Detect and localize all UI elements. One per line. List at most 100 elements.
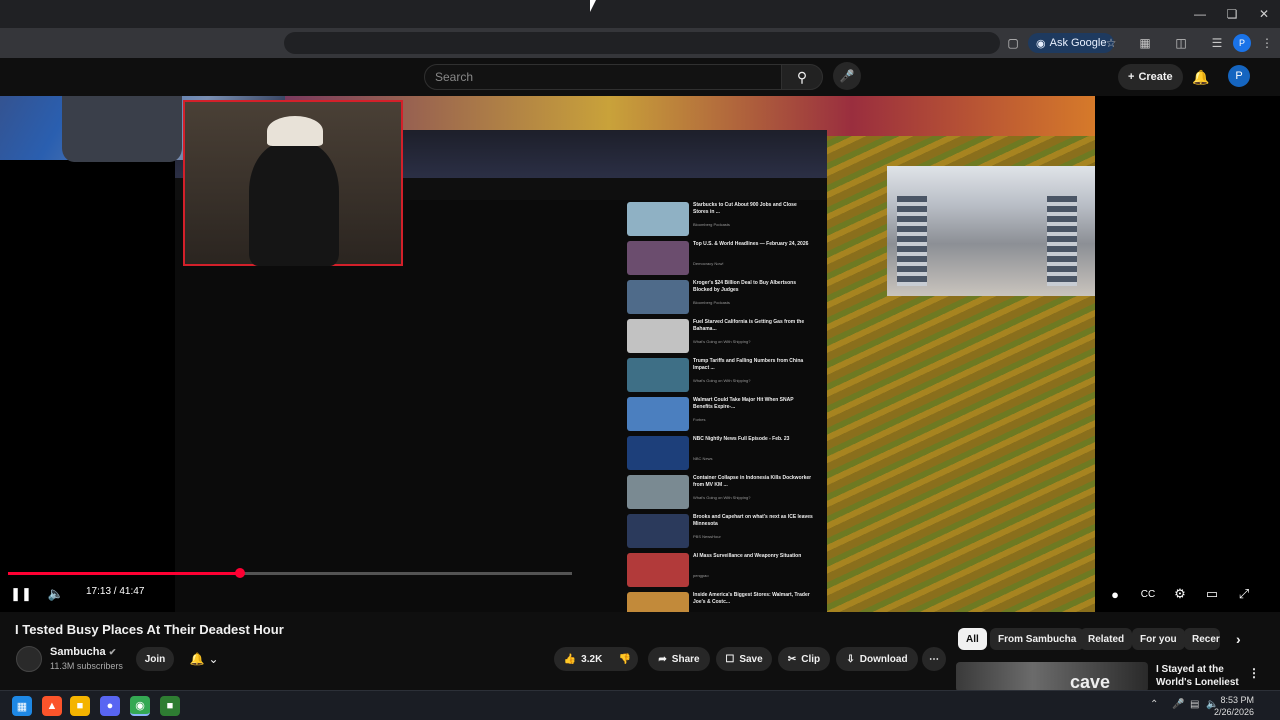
brave-browser-icon[interactable]: ▲ [42,696,62,716]
captions-icon[interactable]: CC [1138,584,1158,604]
recorded-thumbnail [627,553,689,587]
recorded-video-channel: What's Going on With Shipping? [693,495,751,500]
store-shelf [1047,196,1077,286]
chevron-right-icon[interactable]: › [1228,628,1249,650]
chip-recent[interactable]: Recer [1184,628,1220,650]
file-explorer-icon[interactable]: ■ [70,696,90,716]
tray-microphone-icon[interactable]: 🎤 [1172,699,1184,710]
search-icon[interactable]: ⚲ [781,64,823,90]
recorded-video-channel: NBC News [693,456,713,461]
split-view-icon[interactable]: ◫ [1172,34,1190,52]
settings-gear-icon[interactable]: ⚙ [1170,584,1190,604]
search-input[interactable]: Search [424,64,782,90]
recorded-thumbnail [627,475,689,509]
subscriber-count: 11.3M subscribers [50,661,123,671]
recorded-video-title: Brooks and Capehart on what's next as IC… [693,514,813,527]
channel-avatar[interactable] [16,646,42,672]
account-avatar[interactable]: P [1228,65,1250,87]
autoplay-toggle-icon[interactable]: ● [1104,584,1126,604]
share-arrow-icon: ➦ [658,653,667,665]
network-icon[interactable]: ▤ [1190,699,1199,710]
join-button[interactable]: Join [136,647,174,671]
recommendation-menu-icon[interactable]: ⋮ [1240,662,1268,684]
notifications-bell-icon[interactable]: 🔔 [1190,66,1212,88]
taskbar-clock[interactable]: 8:53 PM 2/26/2026 [1214,694,1254,718]
like-button[interactable]: 👍 3.2K [554,647,612,671]
recorded-video-channel: Democracy Now! [693,261,724,266]
bookmark-star-icon[interactable]: ☆ [1102,34,1120,52]
create-button[interactable]: + Create [1118,64,1183,90]
restore-icon[interactable]: ❏ [1216,0,1248,28]
subscription-bell-button[interactable]: 🔔 ⌄ [182,647,226,671]
address-bar[interactable] [284,32,1000,54]
browser-toolbar: ▢ ◉ Ask Google ☆ ▦ ◫ ☰ P ⋮ [0,28,1280,58]
discord-icon[interactable]: ● [100,696,120,716]
share-label: Share [671,653,700,665]
channel-name[interactable]: Sambucha ✔ [50,646,116,658]
microphone-icon[interactable]: 🎤 [833,62,861,90]
scissors-icon: ✂ [787,653,797,665]
recorded-video-title: NBC Nightly News Full Episode - Feb. 23 [693,436,790,442]
chip-all[interactable]: All [958,628,987,650]
windows-start-icon[interactable]: ▦ [12,696,32,716]
recorded-list-item: Walmart Could Take Major Hit When SNAP B… [627,395,825,433]
recorded-thumbnail [627,202,689,236]
media-controls-icon[interactable]: ☰ [1208,34,1226,52]
recorded-list-item: NBC Nightly News Full Episode - Feb. 23 N… [627,434,825,472]
recorded-list-item: Fuel Starved California is Getting Gas f… [627,317,825,355]
recorded-list-item: Inside America's Biggest Stores: Walmart… [627,590,825,612]
recorded-thumbnail [627,241,689,275]
download-icon: ⇩ [846,653,855,665]
browser-profile-avatar[interactable]: P [1233,34,1251,52]
recorded-thumbnail [627,358,689,392]
chevron-down-icon: ⌄ [208,652,219,666]
chip-from-channel[interactable]: From Sambucha [990,628,1085,650]
download-label: Download [859,653,908,665]
plus-icon: + [1128,71,1135,83]
recorded-thumbnail [627,592,689,612]
clip-button[interactable]: ✂ Clip [778,647,830,671]
close-icon[interactable]: ✕ [1248,0,1280,28]
youtube-masthead: Search ⚲ 🎤 + Create 🔔 P [0,58,1280,96]
mouse-cursor [590,0,596,12]
dislike-button[interactable]: 👎 [612,647,638,671]
recorded-thumbnail [627,436,689,470]
share-button[interactable]: ➦ Share [648,647,710,671]
chrome-icon[interactable]: ◉ [130,696,150,716]
recorded-thumbnail [627,319,689,353]
create-label: Create [1138,71,1173,83]
minimize-icon[interactable]: — [1184,0,1216,28]
fullscreen-icon[interactable]: ⤢ [1234,584,1254,604]
install-app-icon[interactable]: ▢ [1004,34,1022,52]
cap-icon [267,116,323,146]
video-player[interactable]: Starbucks to Cut About 900 Jobs and Clos… [0,96,1280,612]
chip-for-you[interactable]: For you [1132,628,1185,650]
thumbs-down-icon: 👎 [618,653,632,665]
download-button[interactable]: ⇩ Download [836,647,918,671]
chip-related[interactable]: Related [1080,628,1133,650]
thumbnail-caption: cave [1070,672,1111,692]
tray-overflow-icon[interactable]: ⌃ [1150,699,1158,710]
save-button[interactable]: ☐ Save [716,647,772,671]
recorded-video-title: Top U.S. & World Headlines — February 24… [693,241,809,247]
pause-icon[interactable]: ❚❚ [10,584,32,604]
progress-bar-played[interactable] [8,572,240,575]
like-count: 3.2K [581,653,603,665]
volume-icon[interactable]: 🔈 [46,584,66,604]
verified-check-icon: ✔ [108,647,117,657]
store-shelf [897,196,927,286]
recorded-list-item: Container Collapse in Indonesia Kills Do… [627,473,825,511]
browser-menu-icon[interactable]: ⋮ [1258,34,1276,52]
app-icon[interactable]: ■ [160,696,180,716]
extensions-icon[interactable]: ▦ [1136,34,1154,52]
video-frame-store-aisle [887,166,1095,296]
recommended-video-thumbnail[interactable]: cave [956,662,1148,692]
recorded-video-title: Trump Tariffs and Falling Numbers from C… [693,358,804,371]
progress-scrubber[interactable] [235,568,245,578]
thumbs-up-icon: 👍 [563,653,577,665]
recorded-thumbnail [627,514,689,548]
theater-mode-icon[interactable]: ▭ [1202,584,1222,604]
recorded-list-item: Trump Tariffs and Falling Numbers from C… [627,356,825,394]
more-actions-icon[interactable]: ⋯ [922,647,946,671]
windows-taskbar: ▦ ▲ ■ ● ◉ ■ ⌃ 🎤 ▤ 🔈 8:53 PM 2/26/2026 [0,690,1280,720]
